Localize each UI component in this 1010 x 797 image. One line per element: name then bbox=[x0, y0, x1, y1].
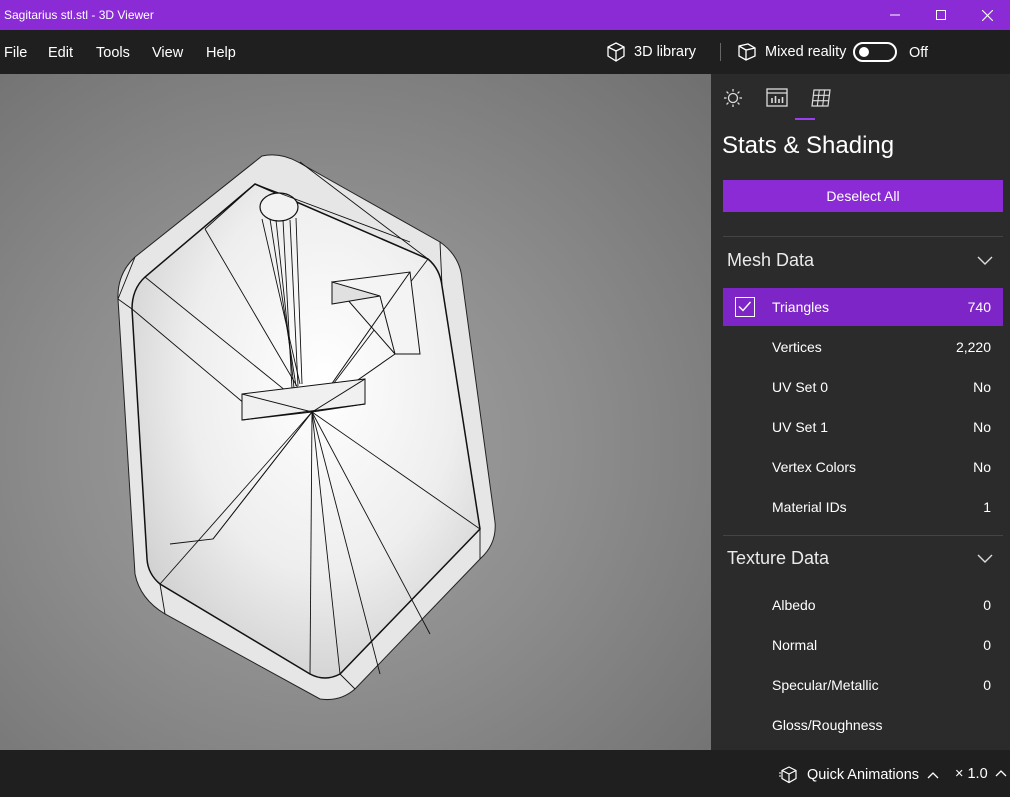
quick-animations-label: Quick Animations bbox=[807, 767, 920, 783]
status-bar: Quick Animations × 1.0 bbox=[0, 750, 1010, 797]
section-divider bbox=[723, 535, 1003, 536]
row-value: 0 bbox=[983, 677, 991, 693]
row-label: Vertices bbox=[772, 339, 822, 355]
window-controls bbox=[872, 0, 1010, 30]
texture-row-specular-metallic[interactable]: Specular/Metallic 0 bbox=[723, 666, 1003, 704]
row-value: No bbox=[973, 379, 991, 395]
chevron-down-icon[interactable] bbox=[977, 554, 993, 564]
row-label: Albedo bbox=[772, 597, 816, 613]
checkmark-icon bbox=[738, 301, 752, 312]
row-label: Material IDs bbox=[772, 499, 847, 515]
sun-icon bbox=[724, 89, 742, 107]
texture-row-gloss-roughness[interactable]: Gloss/Roughness bbox=[723, 706, 1003, 744]
grid-icon bbox=[811, 89, 831, 107]
3d-library-button[interactable]: 3D library bbox=[606, 42, 696, 62]
tab-stats[interactable] bbox=[765, 86, 789, 110]
menu-edit[interactable]: Edit bbox=[48, 45, 73, 61]
chevron-up-icon bbox=[927, 772, 939, 779]
toggle-knob bbox=[859, 47, 869, 57]
row-value: No bbox=[973, 459, 991, 475]
mesh-row-vertices[interactable]: Vertices 2,220 bbox=[723, 328, 1003, 366]
maximize-button[interactable] bbox=[918, 0, 964, 30]
mesh-row-uv-set-1[interactable]: UV Set 1 No bbox=[723, 408, 1003, 446]
mixed-reality-button[interactable]: Mixed reality bbox=[737, 42, 846, 62]
cube-icon bbox=[607, 42, 625, 62]
3d-model bbox=[117, 154, 496, 700]
maximize-icon bbox=[936, 10, 946, 20]
row-label: Triangles bbox=[772, 299, 830, 315]
chevron-down-icon[interactable] bbox=[977, 256, 993, 266]
model-hole bbox=[259, 192, 299, 222]
row-value: 0 bbox=[983, 637, 991, 653]
mesh-row-uv-set-0[interactable]: UV Set 0 No bbox=[723, 368, 1003, 406]
title-bar: Sagitarius stl.stl - 3D Viewer bbox=[0, 0, 1010, 30]
row-value: 2,220 bbox=[955, 339, 991, 355]
texture-data-header[interactable]: Texture Data bbox=[727, 548, 829, 569]
animation-speed[interactable]: × 1.0 bbox=[955, 766, 988, 782]
mixed-reality-label: Mixed reality bbox=[765, 44, 847, 60]
window-title: Sagitarius stl.stl - 3D Viewer bbox=[4, 8, 154, 22]
row-label: Specular/Metallic bbox=[772, 677, 879, 693]
tab-lighting[interactable] bbox=[721, 86, 745, 110]
stats-panel: Stats & Shading Deselect All Mesh Data T… bbox=[711, 74, 1010, 750]
mesh-row-vertex-colors[interactable]: Vertex Colors No bbox=[723, 448, 1003, 486]
row-value: No bbox=[973, 419, 991, 435]
menu-help[interactable]: Help bbox=[206, 45, 236, 61]
texture-row-albedo[interactable]: Albedo 0 bbox=[723, 586, 1003, 624]
3d-viewport[interactable] bbox=[0, 74, 711, 750]
row-value: 0 bbox=[983, 597, 991, 613]
toolbar-separator bbox=[720, 43, 721, 61]
texture-row-normal[interactable]: Normal 0 bbox=[723, 626, 1003, 664]
mesh-data-header[interactable]: Mesh Data bbox=[727, 250, 814, 271]
menu-tools[interactable]: Tools bbox=[96, 45, 130, 61]
panel-title: Stats & Shading bbox=[722, 132, 895, 159]
section-divider bbox=[723, 236, 1003, 237]
tab-grid[interactable] bbox=[809, 86, 833, 110]
row-label: UV Set 1 bbox=[772, 419, 829, 435]
panel-tabs bbox=[711, 74, 1010, 120]
mesh-row-material-ids[interactable]: Material IDs 1 bbox=[723, 488, 1003, 526]
deselect-all-button[interactable]: Deselect All bbox=[723, 180, 1003, 212]
active-tab-indicator bbox=[795, 118, 815, 120]
checkbox[interactable] bbox=[735, 297, 755, 317]
stats-chart-icon bbox=[766, 88, 788, 107]
row-label: UV Set 0 bbox=[772, 379, 829, 395]
mesh-row-triangles[interactable]: Triangles 740 bbox=[723, 288, 1003, 326]
animation-cube-icon bbox=[779, 766, 797, 784]
3d-library-label: 3D library bbox=[634, 44, 697, 60]
chevron-up-icon[interactable] bbox=[995, 769, 1007, 777]
row-value: 740 bbox=[967, 299, 991, 315]
row-label: Normal bbox=[772, 637, 818, 653]
menu-bar: File Edit Tools View Help 3D library Mix… bbox=[0, 30, 1010, 74]
menu-file[interactable]: File bbox=[4, 45, 27, 61]
row-label: Gloss/Roughness bbox=[772, 717, 883, 733]
mixed-reality-toggle[interactable] bbox=[853, 42, 897, 62]
minimize-icon bbox=[890, 14, 900, 16]
row-value: 1 bbox=[983, 499, 991, 515]
row-label: Vertex Colors bbox=[772, 459, 857, 475]
menu-view[interactable]: View bbox=[152, 45, 183, 61]
close-icon bbox=[981, 9, 993, 21]
mixed-reality-icon bbox=[738, 43, 756, 61]
minimize-button[interactable] bbox=[872, 0, 918, 30]
close-button[interactable] bbox=[964, 0, 1010, 30]
toggle-state-label: Off bbox=[909, 45, 929, 61]
quick-animations-button[interactable]: Quick Animations bbox=[779, 766, 939, 784]
